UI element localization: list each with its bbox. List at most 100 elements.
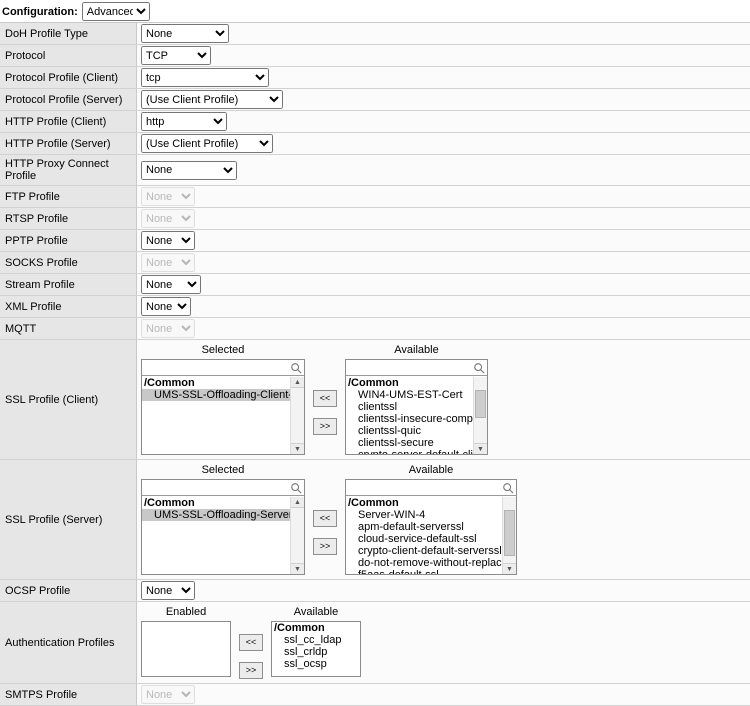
listbox-search-row[interactable] [346, 480, 516, 496]
row-ftp-profile: FTP Profile None [0, 186, 750, 208]
scroll-down-icon[interactable]: ▼ [503, 563, 516, 574]
scroll-up-icon[interactable]: ▲ [291, 497, 304, 508]
authentication-available-listbox[interactable]: /Commonssl_cc_ldapssl_crldpssl_ocsp [271, 621, 361, 677]
ssl-server-available-listbox[interactable]: /CommonServer-WIN-4apm-default-serverssl… [345, 479, 517, 575]
pptp-profile-select[interactable]: None [141, 231, 195, 250]
list-item[interactable]: apm-default-serverssl [346, 521, 502, 533]
protocol-select[interactable]: TCP [141, 46, 211, 65]
row-label: PPTP Profile [0, 230, 137, 251]
ssl-server-selected-items: /CommonUMS-SSL-Offloading-Server-Profile [142, 497, 290, 574]
row-smtps-profile: SMTPS Profile None [0, 684, 750, 706]
list-item[interactable]: /Common [346, 497, 502, 509]
authentication-available-items: /Commonssl_cc_ldapssl_crldpssl_ocsp [272, 622, 360, 676]
scrollbar[interactable]: ▼ [473, 377, 487, 454]
list-item[interactable]: clientssl-secure [346, 437, 473, 449]
list-item[interactable]: f5aas-default-ssl [346, 569, 502, 574]
configuration-label: Configuration: [2, 6, 78, 18]
listbox-search-row[interactable] [142, 480, 304, 496]
search-icon [290, 362, 302, 374]
scroll-down-icon[interactable]: ▼ [474, 443, 487, 454]
http-profile-client-select[interactable]: http [141, 112, 227, 131]
row-label: FTP Profile [0, 186, 137, 207]
listbox-search-row[interactable] [346, 360, 487, 376]
list-item[interactable]: ssl_ocsp [272, 658, 360, 670]
list-item[interactable]: /Common [272, 622, 360, 634]
move-left-button[interactable]: << [313, 390, 337, 407]
listbox-search-row[interactable] [142, 360, 304, 376]
row-xml-profile: XML Profile None [0, 296, 750, 318]
list-item[interactable]: /Common [346, 377, 473, 389]
configuration-page: Configuration: Advanced DoH Profile Type… [0, 0, 750, 706]
row-http-profile-server: HTTP Profile (Server) (Use Client Profil… [0, 133, 750, 155]
list-item[interactable]: UMS-SSL-Offloading-Server-Profile [142, 509, 290, 521]
ssl-client-selected-listbox[interactable]: /CommonUMS-SSL-Offloading-Client-Profile… [141, 359, 305, 455]
list-item[interactable]: /Common [142, 497, 290, 509]
list-item[interactable]: cloud-service-default-ssl [346, 533, 502, 545]
ocsp-profile-select[interactable]: None [141, 581, 195, 600]
list-item[interactable]: WIN4-UMS-EST-Cert [346, 389, 473, 401]
rtsp-profile-select: None [141, 209, 195, 228]
selected-header: Selected [141, 344, 305, 359]
list-item[interactable]: crypto-client-default-serverssl [346, 545, 502, 557]
list-item[interactable]: /Common [142, 377, 290, 389]
search-icon [502, 482, 514, 494]
socks-profile-select: None [141, 253, 195, 272]
move-left-button[interactable]: << [239, 634, 263, 651]
list-item[interactable]: crypto-server-default-clientssl [346, 449, 473, 454]
row-socks-profile: SOCKS Profile None [0, 252, 750, 274]
row-protocol-profile-server: Protocol Profile (Server) (Use Client Pr… [0, 89, 750, 111]
ssl-client-available-items: /CommonWIN4-UMS-EST-Certclientsslclients… [346, 377, 473, 454]
protocol-profile-client-select[interactable]: tcp [141, 68, 269, 87]
row-label: SMTPS Profile [0, 684, 137, 705]
mqtt-profile-select: None [141, 319, 195, 338]
list-item[interactable]: clientssl [346, 401, 473, 413]
http-proxy-connect-profile-select[interactable]: None [141, 161, 237, 180]
scroll-down-icon[interactable]: ▼ [291, 563, 304, 574]
http-profile-server-select[interactable]: (Use Client Profile) [141, 134, 273, 153]
row-label: HTTP Proxy Connect Profile [0, 155, 137, 185]
scrollbar[interactable]: ▼ [502, 497, 516, 574]
list-item[interactable]: do-not-remove-without-replacement [346, 557, 502, 569]
scrollbar-thumb[interactable] [504, 510, 515, 556]
row-label: Protocol Profile (Client) [0, 67, 137, 88]
protocol-profile-server-select[interactable]: (Use Client Profile) [141, 90, 283, 109]
row-label: SOCKS Profile [0, 252, 137, 273]
row-authentication-profiles: Authentication Profiles Enabled << >> [0, 602, 750, 684]
scrollbar-thumb[interactable] [475, 390, 486, 418]
available-header: Available [271, 606, 361, 621]
configuration-table: DoH Profile Type None Protocol TCP Proto… [0, 22, 750, 706]
list-item[interactable]: clientssl-quic [346, 425, 473, 437]
doh-profile-type-select[interactable]: None [141, 24, 229, 43]
list-item[interactable]: UMS-SSL-Offloading-Client-Profile [142, 389, 290, 401]
move-right-button[interactable]: >> [313, 538, 337, 555]
scroll-up-icon[interactable]: ▲ [291, 377, 304, 388]
row-protocol-profile-client: Protocol Profile (Client) tcp [0, 67, 750, 89]
move-left-button[interactable]: << [313, 510, 337, 527]
configuration-mode-select[interactable]: Advanced [82, 2, 150, 21]
search-icon [290, 482, 302, 494]
ssl-server-available-items: /CommonServer-WIN-4apm-default-serverssl… [346, 497, 502, 574]
ssl-server-selected-listbox[interactable]: /CommonUMS-SSL-Offloading-Server-Profile… [141, 479, 305, 575]
row-label: Stream Profile [0, 274, 137, 295]
scroll-down-icon[interactable]: ▼ [291, 443, 304, 454]
authentication-enabled-listbox[interactable] [141, 621, 231, 677]
xml-profile-select[interactable]: None [141, 297, 191, 316]
scrollbar[interactable]: ▲ ▼ [290, 377, 304, 454]
move-right-button[interactable]: >> [313, 418, 337, 435]
list-item[interactable]: ssl_cc_ldap [272, 634, 360, 646]
list-item[interactable]: clientssl-insecure-compatible [346, 413, 473, 425]
row-label: MQTT [0, 318, 137, 339]
configuration-bar: Configuration: Advanced [0, 0, 750, 22]
list-item[interactable]: ssl_crldp [272, 646, 360, 658]
list-item[interactable]: Server-WIN-4 [346, 509, 502, 521]
selected-header: Selected [141, 464, 305, 479]
scrollbar[interactable]: ▲ ▼ [290, 497, 304, 574]
move-right-button[interactable]: >> [239, 662, 263, 679]
ssl-client-available-listbox[interactable]: /CommonWIN4-UMS-EST-Certclientsslclients… [345, 359, 488, 455]
authentication-dual-list: Enabled << >> Available [141, 606, 361, 679]
ssl-client-dual-list: Selected /CommonUMS-SSL-Offloading-Clien… [141, 344, 488, 455]
row-label: SSL Profile (Client) [0, 340, 137, 459]
stream-profile-select[interactable]: None [141, 275, 201, 294]
row-label: SSL Profile (Server) [0, 460, 137, 579]
row-label: DoH Profile Type [0, 23, 137, 44]
